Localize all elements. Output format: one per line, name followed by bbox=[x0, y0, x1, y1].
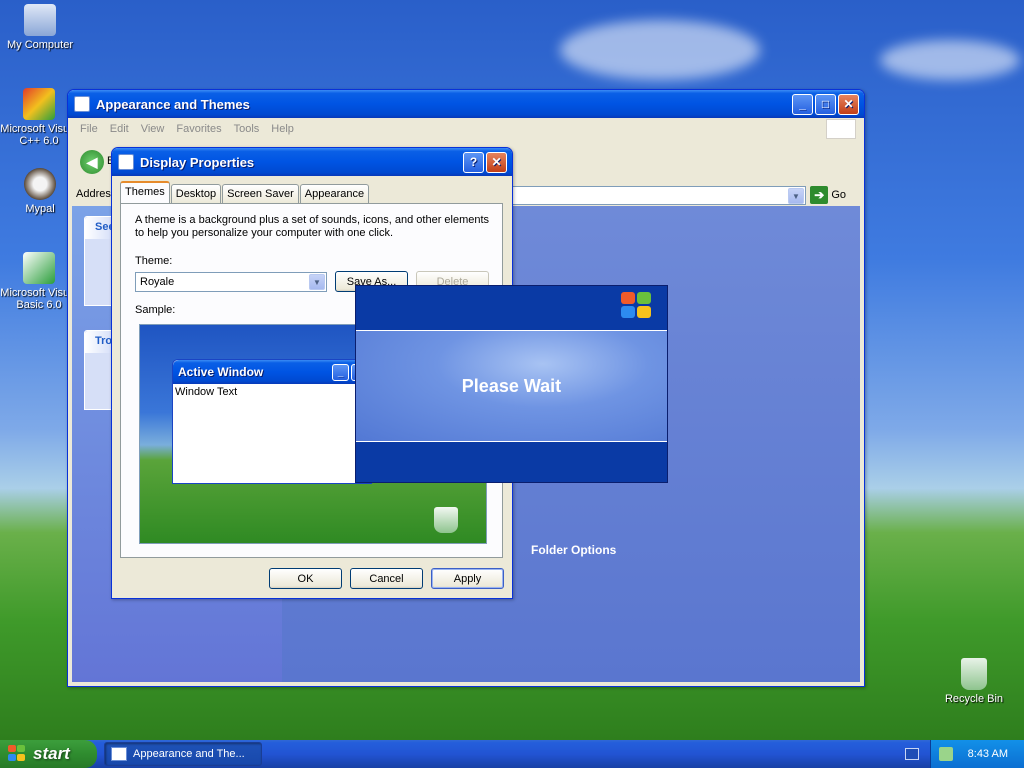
folder-options-link[interactable]: Folder Options bbox=[531, 543, 616, 557]
visual-basic-icon bbox=[23, 252, 55, 284]
theme-description: A theme is a background plus a set of so… bbox=[135, 214, 490, 239]
sample-active-window: Active Window _ □ Window Text bbox=[172, 359, 372, 484]
tab-screen-saver[interactable]: Screen Saver bbox=[222, 184, 299, 203]
cancel-button[interactable]: Cancel bbox=[350, 568, 423, 589]
system-tray: 8:43 AM bbox=[930, 740, 1024, 768]
close-button[interactable]: ✕ bbox=[838, 93, 859, 115]
desktop-icon-label: My Computer bbox=[6, 39, 74, 51]
sample-recycle-bin-icon bbox=[434, 507, 458, 533]
splash-body: Please Wait bbox=[356, 330, 667, 442]
recycle-bin-icon bbox=[961, 658, 987, 690]
menu-view[interactable]: View bbox=[135, 123, 171, 135]
windows-flag-icon bbox=[826, 119, 856, 139]
sample-label: Sample: bbox=[135, 304, 176, 316]
go-label: Go bbox=[831, 189, 846, 201]
window-title: Appearance and Themes bbox=[96, 96, 250, 112]
mypal-icon bbox=[24, 168, 56, 200]
control-panel-icon bbox=[74, 96, 90, 112]
appearance-titlebar[interactable]: Appearance and Themes _ □ ✕ bbox=[68, 90, 864, 118]
control-panel-icon bbox=[111, 747, 127, 761]
go-button[interactable]: ➔ Go bbox=[810, 186, 846, 204]
close-button[interactable]: ✕ bbox=[486, 151, 507, 173]
theme-value: Royale bbox=[140, 276, 175, 288]
apply-button[interactable]: Apply bbox=[431, 568, 504, 589]
please-wait-text: Please Wait bbox=[461, 375, 562, 396]
display-icon bbox=[118, 154, 134, 170]
windows-logo-icon bbox=[8, 745, 28, 763]
menu-bar: File Edit View Favorites Tools Help bbox=[68, 118, 864, 140]
tab-desktop[interactable]: Desktop bbox=[170, 184, 222, 203]
menu-edit[interactable]: Edit bbox=[104, 123, 135, 135]
go-arrow-icon: ➔ bbox=[810, 186, 829, 204]
chevron-down-icon[interactable]: ▼ bbox=[788, 188, 804, 204]
sample-window-title: Active Window bbox=[178, 365, 264, 379]
clock[interactable]: 8:43 AM bbox=[968, 748, 1008, 760]
menu-tools[interactable]: Tools bbox=[228, 123, 266, 135]
network-icon[interactable] bbox=[939, 747, 953, 761]
dialog-titlebar[interactable]: Display Properties ? ✕ bbox=[112, 148, 512, 176]
minimize-button[interactable]: _ bbox=[792, 93, 813, 115]
sample-titlebar: Active Window _ □ bbox=[173, 360, 371, 384]
cloud bbox=[880, 40, 1020, 80]
menu-help[interactable]: Help bbox=[265, 123, 300, 135]
sample-window-text: Window Text bbox=[175, 386, 238, 398]
menu-file[interactable]: File bbox=[74, 123, 104, 135]
help-button[interactable]: ? bbox=[463, 151, 484, 173]
tab-strip: Themes Desktop Screen Saver Appearance bbox=[120, 181, 370, 203]
maximize-button[interactable]: □ bbox=[815, 93, 836, 115]
desktop-icon-label: Recycle Bin bbox=[944, 693, 1004, 705]
please-wait-splash: Please Wait bbox=[355, 285, 668, 483]
back-icon[interactable]: ◀ bbox=[80, 150, 104, 174]
chevron-down-icon[interactable]: ▼ bbox=[309, 274, 325, 290]
tab-appearance[interactable]: Appearance bbox=[299, 184, 370, 203]
dialog-title: Display Properties bbox=[140, 154, 255, 170]
windows-logo-icon bbox=[621, 292, 653, 320]
tab-themes[interactable]: Themes bbox=[120, 181, 170, 203]
taskbar-item-appearance[interactable]: Appearance and The... bbox=[104, 742, 262, 766]
cloud bbox=[560, 20, 760, 80]
computer-icon bbox=[24, 4, 56, 36]
sample-minimize-icon: _ bbox=[332, 363, 349, 381]
keyboard-icon[interactable] bbox=[905, 748, 919, 760]
visual-cpp-icon bbox=[23, 88, 55, 120]
address-input[interactable]: ▼ bbox=[508, 186, 806, 205]
ok-button[interactable]: OK bbox=[269, 568, 342, 589]
start-label: start bbox=[33, 744, 70, 763]
splash-footer bbox=[356, 442, 667, 482]
start-button[interactable]: start bbox=[0, 740, 97, 768]
desktop-icon-recycle-bin[interactable]: Recycle Bin bbox=[934, 658, 1014, 705]
theme-select[interactable]: Royale ▼ bbox=[135, 272, 327, 292]
splash-header bbox=[356, 286, 667, 330]
taskbar-item-label: Appearance and The... bbox=[133, 748, 245, 760]
menu-favorites[interactable]: Favorites bbox=[170, 123, 227, 135]
taskbar: start Appearance and The... 8:43 AM bbox=[0, 740, 1024, 768]
desktop-icon-my-computer[interactable]: My Computer bbox=[0, 4, 80, 51]
theme-label: Theme: bbox=[135, 255, 173, 267]
